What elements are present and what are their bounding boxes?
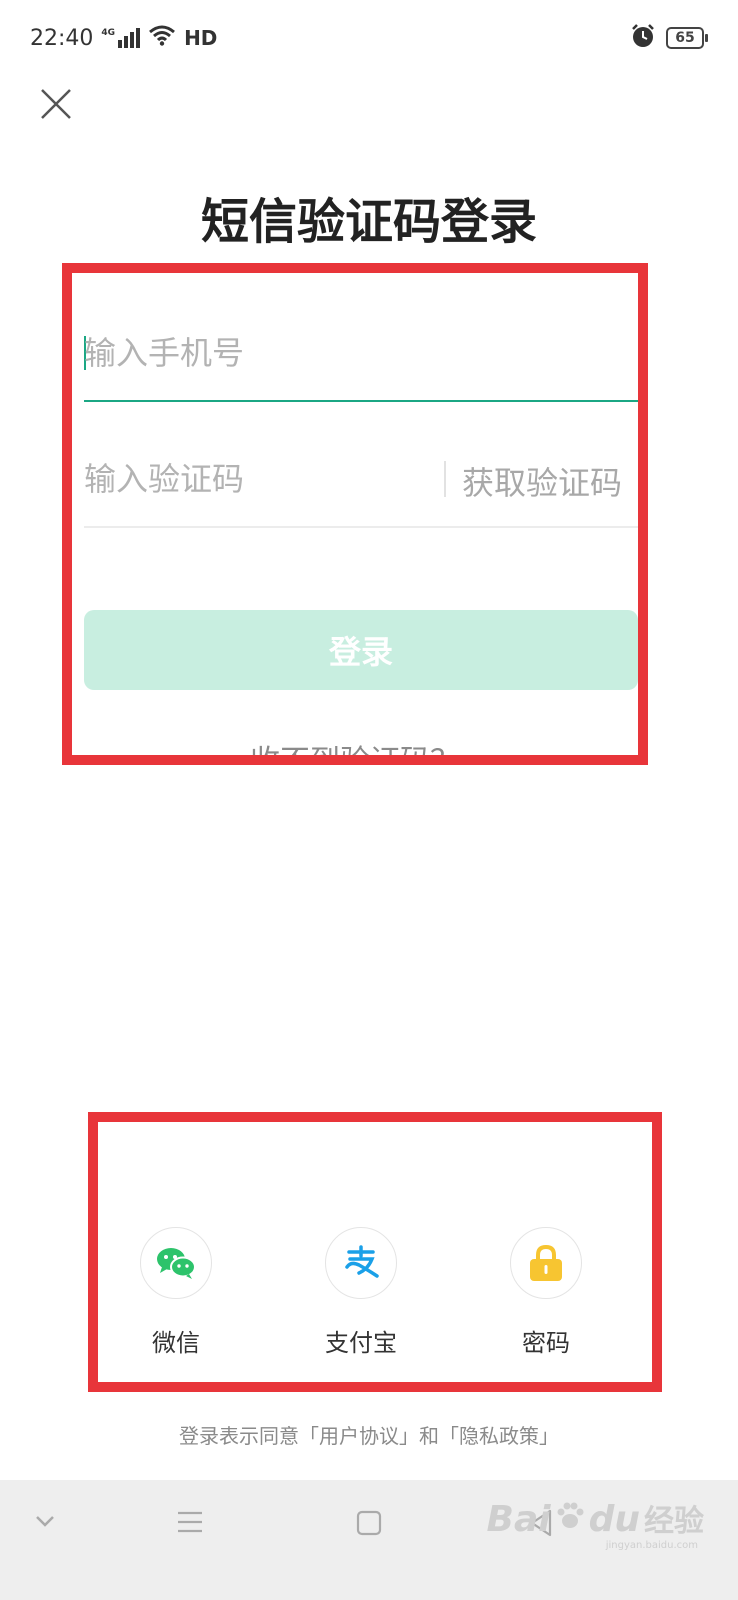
home-square-icon[interactable] xyxy=(356,1510,382,1536)
signal-icon: 4G xyxy=(101,28,141,48)
wechat-label: 微信 xyxy=(152,1329,200,1357)
alarm-icon xyxy=(630,23,656,53)
status-bar-right: 65 xyxy=(630,20,708,56)
lock-icon xyxy=(510,1227,582,1299)
page-title: 短信验证码登录 xyxy=(200,194,537,250)
watermark-brand-latin: Bai xyxy=(486,1499,551,1540)
watermark-url: jingyan.baidu.com xyxy=(605,1540,698,1551)
password-login-option[interactable]: 密码 xyxy=(486,1227,606,1358)
alipay-icon xyxy=(325,1227,397,1299)
alipay-login-option[interactable]: 支付宝 xyxy=(301,1227,421,1358)
baidu-watermark: Bai du 经验 xyxy=(487,1496,704,1540)
alipay-label: 支付宝 xyxy=(325,1329,397,1357)
hd-indicator: HD xyxy=(184,26,218,50)
menu-icon[interactable] xyxy=(176,1510,204,1534)
wechat-login-option[interactable]: 微信 xyxy=(116,1227,236,1358)
status-bar-left: 22:40 4G HD xyxy=(30,20,217,56)
chevron-down-icon[interactable] xyxy=(34,1514,56,1528)
annotation-frame-form xyxy=(62,263,648,765)
watermark-brand-cn: 经验 xyxy=(644,1504,704,1539)
password-label: 密码 xyxy=(522,1329,570,1357)
wifi-icon xyxy=(148,24,176,52)
status-time: 22:40 xyxy=(30,25,94,51)
watermark-brand-latin-2: du xyxy=(588,1499,640,1540)
battery-icon: 65 xyxy=(666,27,708,49)
wechat-icon xyxy=(140,1227,212,1299)
paw-icon xyxy=(555,1501,585,1535)
close-icon xyxy=(41,89,71,119)
agreement-text[interactable]: 登录表示同意「用户协议」和「隐私政策」 xyxy=(0,1420,738,1449)
close-button[interactable] xyxy=(36,84,76,124)
network-type: 4G xyxy=(101,28,116,38)
